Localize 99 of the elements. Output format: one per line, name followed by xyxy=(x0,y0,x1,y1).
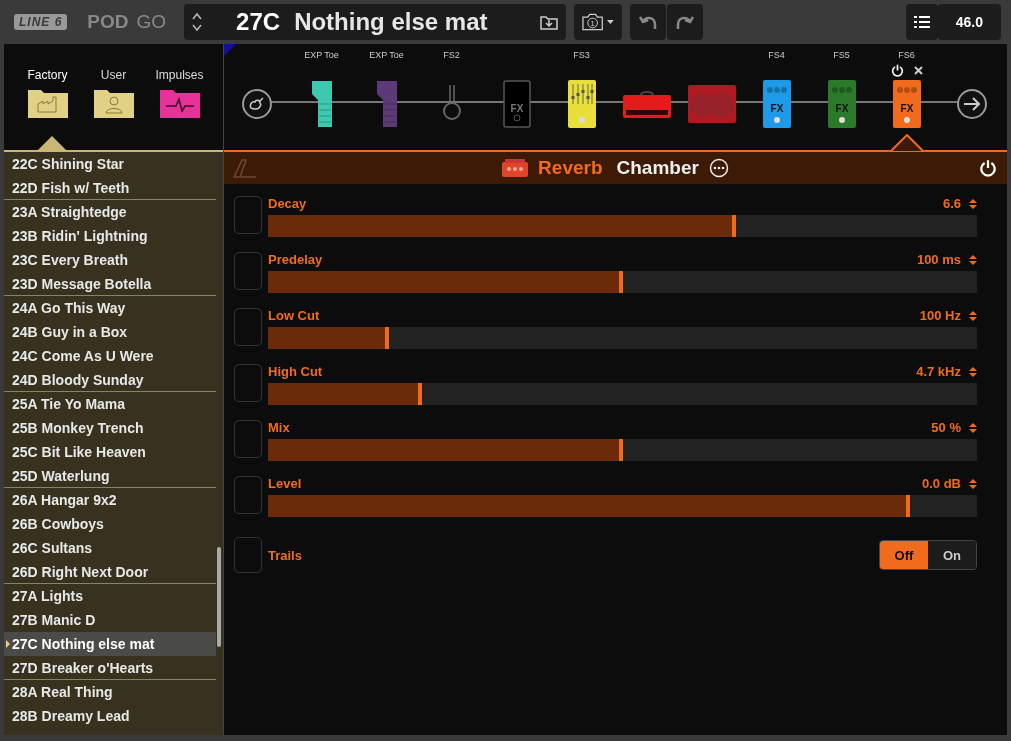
parameter-value: 100 ms xyxy=(916,252,961,267)
footswitch-label: EXP Toe xyxy=(369,50,404,62)
list-view-button[interactable] xyxy=(905,4,938,40)
preset-row[interactable]: 23B Ridin' Lightning xyxy=(4,224,216,248)
parameter-value: 4.7 kHz xyxy=(916,364,961,379)
undo-button[interactable] xyxy=(630,4,667,40)
parameter-slider[interactable] xyxy=(268,327,977,349)
parameter-name: High Cut xyxy=(268,364,323,379)
footswitch-label: EXP Toe xyxy=(304,50,339,62)
product-logo: POD xyxy=(87,11,129,33)
preset-row[interactable]: 24A Go This Way xyxy=(4,296,216,320)
preset-row[interactable]: 26D Right Next Door xyxy=(4,560,216,584)
parameter-slider[interactable] xyxy=(268,383,977,405)
parameter-slider[interactable] xyxy=(268,439,977,461)
preset-row[interactable]: 25B Monkey Trench xyxy=(4,416,216,440)
preset-row[interactable]: 23D Message Botella xyxy=(4,272,216,296)
parameter-slider[interactable] xyxy=(268,271,977,293)
parameter-name: Trails xyxy=(268,547,302,563)
more-options-icon[interactable] xyxy=(708,158,729,178)
parameter-slider[interactable] xyxy=(268,495,977,517)
toggle-option[interactable]: Off xyxy=(880,541,928,569)
waveform-folder-icon xyxy=(159,88,200,118)
corner-marker xyxy=(224,44,236,56)
preset-row[interactable]: 25D Waterlung xyxy=(4,464,216,488)
up-down-arrows-icon[interactable] xyxy=(969,365,977,378)
preset-row[interactable]: 22D Fish w/ Teeth xyxy=(4,176,216,200)
up-down-arrows-icon[interactable] xyxy=(192,11,203,33)
block-model[interactable]: Chamber xyxy=(616,157,699,179)
preset-row[interactable]: 24B Guy in a Box xyxy=(4,320,216,344)
up-down-arrows-icon[interactable] xyxy=(969,421,977,434)
preset-row[interactable]: 26C Sultans xyxy=(4,536,216,560)
guitar-input-icon[interactable] xyxy=(240,88,273,120)
camera-icon: 1 xyxy=(582,13,604,31)
parameter-name: Mix xyxy=(268,420,290,435)
scrollbar-thumb[interactable] xyxy=(217,547,221,647)
parameter-name: Low Cut xyxy=(268,308,320,323)
library-tab[interactable]: Factory xyxy=(20,68,75,118)
parameter-name: Predelay xyxy=(268,252,323,267)
preset-row[interactable]: 25A Tie Yo Mama xyxy=(4,392,216,416)
preset-row[interactable]: 27C Nothing else mat xyxy=(4,632,216,656)
up-down-arrows-icon[interactable] xyxy=(969,477,977,490)
empty-fx-slot-icon[interactable]: FX xyxy=(502,80,531,128)
redo-button[interactable] xyxy=(667,4,704,40)
fx-pedal-icon[interactable]: FX xyxy=(892,80,921,128)
library-tab[interactable]: User xyxy=(86,68,141,118)
tempo-button[interactable]: 46.0 xyxy=(937,4,1001,40)
block-category: Reverb xyxy=(538,157,603,179)
amp-head-icon[interactable] xyxy=(622,90,671,118)
library-tab[interactable]: Impulses xyxy=(152,68,207,118)
product-logo-suffix: GO xyxy=(136,11,167,33)
up-down-arrows-icon[interactable] xyxy=(969,197,977,210)
preset-number: 27C xyxy=(236,8,281,36)
eq-pedal-icon[interactable] xyxy=(567,80,596,128)
fx-pedal-icon[interactable]: FX xyxy=(827,80,856,128)
preset-row[interactable]: 28A Real Thing xyxy=(4,680,216,704)
reverb-pedal-icon xyxy=(502,159,529,177)
footswitch-label: FS2 xyxy=(443,50,460,62)
preset-selector[interactable]: 27C Nothing else mat xyxy=(184,4,567,40)
preset-row[interactable]: 24D Bloody Sunday xyxy=(4,368,216,392)
footswitch-label: FS5 xyxy=(833,50,850,62)
preset-row[interactable]: 28B Dreamy Lead xyxy=(4,704,216,728)
empty-switch-icon[interactable] xyxy=(441,85,462,123)
person-folder-icon xyxy=(93,88,134,118)
parameter-value: 100 Hz xyxy=(919,308,961,323)
parameter-value: 0.0 dB xyxy=(922,476,961,491)
current-marker-icon xyxy=(6,640,10,648)
save-icon[interactable] xyxy=(540,14,559,30)
parameter-slider[interactable] xyxy=(268,215,977,237)
preset-row[interactable]: 26A Hangar 9x2 xyxy=(4,488,216,512)
preset-row[interactable]: 22C Shining Star xyxy=(4,152,216,176)
parameter-value: 50 % xyxy=(931,420,961,435)
footswitch-label: FS3 xyxy=(573,50,590,62)
preset-row[interactable]: 24C Come As U Were xyxy=(4,344,216,368)
preset-row[interactable]: 27D Breaker o'Hearts xyxy=(4,656,216,680)
preset-name: Nothing else mat xyxy=(294,8,489,36)
factory-folder-icon xyxy=(27,88,68,118)
parameter-name: Level xyxy=(268,476,302,491)
footswitch-label: FS6 xyxy=(898,50,915,62)
snapshot-button[interactable]: 1 xyxy=(574,4,623,40)
footswitch-label: FS4 xyxy=(768,50,785,62)
list-icon xyxy=(913,16,930,28)
preset-row[interactable]: 25C Bit Like Heaven xyxy=(4,440,216,464)
up-down-arrows-icon[interactable] xyxy=(969,309,977,322)
preset-row[interactable]: 27A Lights xyxy=(4,584,216,608)
fx-pedal-icon[interactable]: FX xyxy=(762,80,791,128)
preset-row[interactable]: 23C Every Breath xyxy=(4,248,216,272)
brand-logo: LINE 6 xyxy=(14,14,68,30)
parameter-value: 6.6 xyxy=(942,196,961,211)
power-icon[interactable] xyxy=(979,159,997,177)
caret-icon xyxy=(607,20,615,24)
preset-row[interactable]: 26B Cowboys xyxy=(4,512,216,536)
up-down-arrows-icon[interactable] xyxy=(969,253,977,266)
power-icon[interactable] xyxy=(890,63,904,77)
preset-row[interactable]: 27B Manic D xyxy=(4,608,216,632)
close-icon[interactable] xyxy=(913,65,923,75)
toggle-option[interactable]: On xyxy=(928,541,976,569)
parameter-name: Decay xyxy=(268,196,307,211)
expression-pedal-icon[interactable] xyxy=(310,80,333,128)
preset-row[interactable]: 23A Straightedge xyxy=(4,200,216,224)
